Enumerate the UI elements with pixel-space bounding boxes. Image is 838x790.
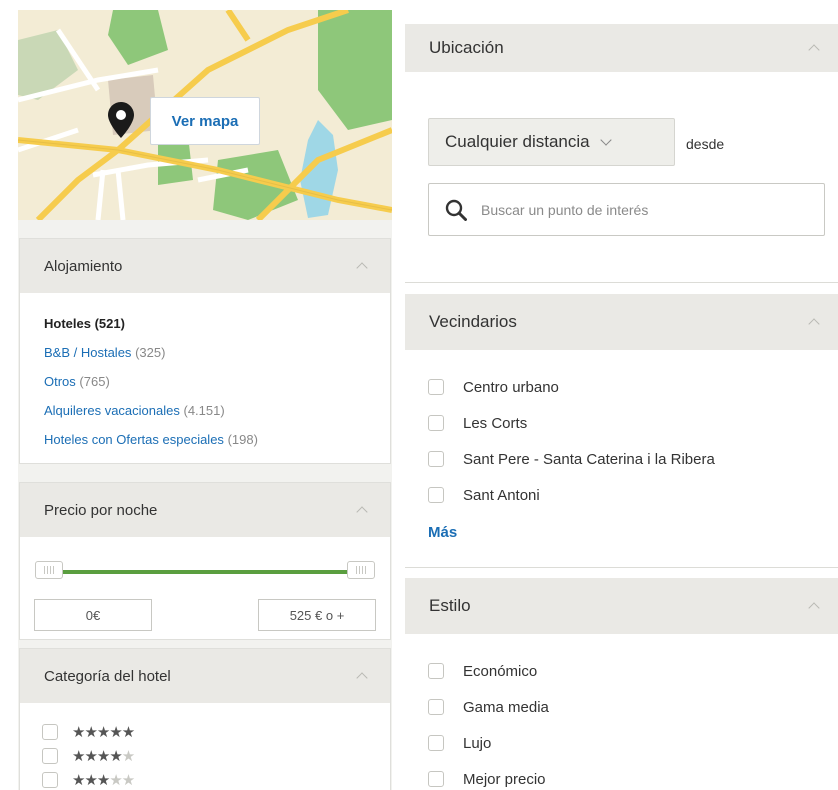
left-sidebar: Ver mapa Alojamiento Hoteles (521) B&B /… — [18, 10, 392, 790]
accommodation-item-hoteles[interactable]: Hoteles (521) — [44, 313, 366, 342]
accommodation-item-ofertas[interactable]: Hoteles con Ofertas especiales (198) — [44, 429, 366, 458]
chevron-up-icon[interactable] — [808, 316, 820, 328]
search-icon — [445, 199, 467, 221]
hotel-category-title: Categoría del hotel — [44, 667, 171, 685]
search-input[interactable] — [481, 201, 801, 218]
accommodation-list: Hoteles (521) B&B / Hostales (325) Otros… — [20, 293, 390, 458]
chevron-up-icon[interactable] — [808, 600, 820, 612]
checkbox[interactable] — [42, 772, 58, 788]
accommodation-header[interactable]: Alojamiento — [20, 239, 390, 293]
checkbox[interactable] — [428, 699, 444, 715]
checkbox[interactable] — [428, 451, 444, 467]
point-of-interest-search[interactable] — [428, 183, 825, 236]
chevron-up-icon[interactable] — [356, 260, 368, 272]
style-title: Estilo — [429, 596, 471, 615]
neighborhood-item[interactable]: Sant Antoni — [428, 477, 715, 513]
view-map-button[interactable]: Ver mapa — [150, 97, 260, 145]
neighborhood-item[interactable]: Sant Pere - Santa Caterina i la Ribera — [428, 441, 715, 477]
five-stars-icon: ★★★★★ — [72, 724, 135, 741]
neighborhood-item[interactable]: Centro urbano — [428, 369, 715, 405]
hotel-category-header[interactable]: Categoría del hotel — [20, 649, 390, 703]
distance-dropdown[interactable]: Cualquier distancia — [428, 118, 675, 166]
chevron-down-icon — [599, 133, 612, 146]
four-stars-icon: ★★★★★ — [72, 748, 135, 765]
price-header[interactable]: Precio por noche — [20, 483, 390, 537]
more-neighborhoods-link[interactable]: Más — [428, 524, 457, 541]
accommodation-item-bb[interactable]: B&B / Hostales (325) — [44, 342, 366, 371]
neighborhoods-header[interactable]: Vecindarios — [405, 294, 838, 350]
accommodation-panel: Alojamiento Hoteles (521) B&B / Hostales… — [19, 238, 391, 464]
price-min-field[interactable]: 0€ — [34, 599, 152, 631]
price-slider-max-handle[interactable] — [347, 561, 375, 579]
checkbox[interactable] — [428, 663, 444, 679]
location-title: Ubicación — [429, 38, 504, 57]
style-item[interactable]: Gama media — [428, 689, 549, 725]
style-item[interactable]: Lujo — [428, 725, 549, 761]
neighborhoods-title: Vecindarios — [429, 312, 517, 331]
style-item[interactable]: Económico — [428, 653, 549, 689]
style-item[interactable]: Mejor precio — [428, 761, 549, 790]
location-header[interactable]: Ubicación — [405, 24, 838, 72]
accommodation-title: Alojamiento — [44, 257, 123, 275]
checkbox[interactable] — [428, 487, 444, 503]
accommodation-item-otros[interactable]: Otros (765) — [44, 371, 366, 400]
map-preview[interactable]: Ver mapa — [18, 10, 392, 220]
price-slider[interactable] — [35, 559, 375, 587]
price-slider-track[interactable] — [47, 570, 363, 574]
checkbox[interactable] — [428, 771, 444, 787]
checkbox[interactable] — [428, 379, 444, 395]
chevron-up-icon[interactable] — [808, 42, 820, 54]
neighborhood-list: Centro urbano Les Corts Sant Pere - Sant… — [428, 369, 715, 513]
accommodation-item-alquileres[interactable]: Alquileres vacacionales (4.151) — [44, 400, 366, 429]
neighborhood-item[interactable]: Les Corts — [428, 405, 715, 441]
price-title: Precio por noche — [44, 501, 158, 519]
star-filter-4[interactable]: ★★★★★ — [42, 744, 390, 768]
checkbox[interactable] — [428, 415, 444, 431]
chevron-up-icon[interactable] — [356, 504, 368, 516]
divider — [405, 282, 838, 283]
star-filter-5[interactable]: ★★★★★ — [42, 720, 390, 744]
style-header[interactable]: Estilo — [405, 578, 838, 634]
price-max-field[interactable]: 525 € o + — [258, 599, 376, 631]
checkbox[interactable] — [428, 735, 444, 751]
style-list: Económico Gama media Lujo Mejor precio — [428, 653, 549, 790]
checkbox[interactable] — [42, 724, 58, 740]
divider — [405, 567, 838, 568]
three-stars-icon: ★★★★★ — [72, 772, 135, 789]
star-filter-list: ★★★★★ ★★★★★ ★★★★★ — [20, 703, 390, 790]
from-label: desde — [686, 136, 725, 152]
checkbox[interactable] — [42, 748, 58, 764]
chevron-up-icon[interactable] — [356, 670, 368, 682]
hotel-category-panel: Categoría del hotel ★★★★★ ★★★★★ ★★★★★ — [19, 648, 391, 790]
price-slider-min-handle[interactable] — [35, 561, 63, 579]
star-filter-3[interactable]: ★★★★★ — [42, 768, 390, 790]
distance-label: Cualquier distancia — [445, 132, 590, 151]
